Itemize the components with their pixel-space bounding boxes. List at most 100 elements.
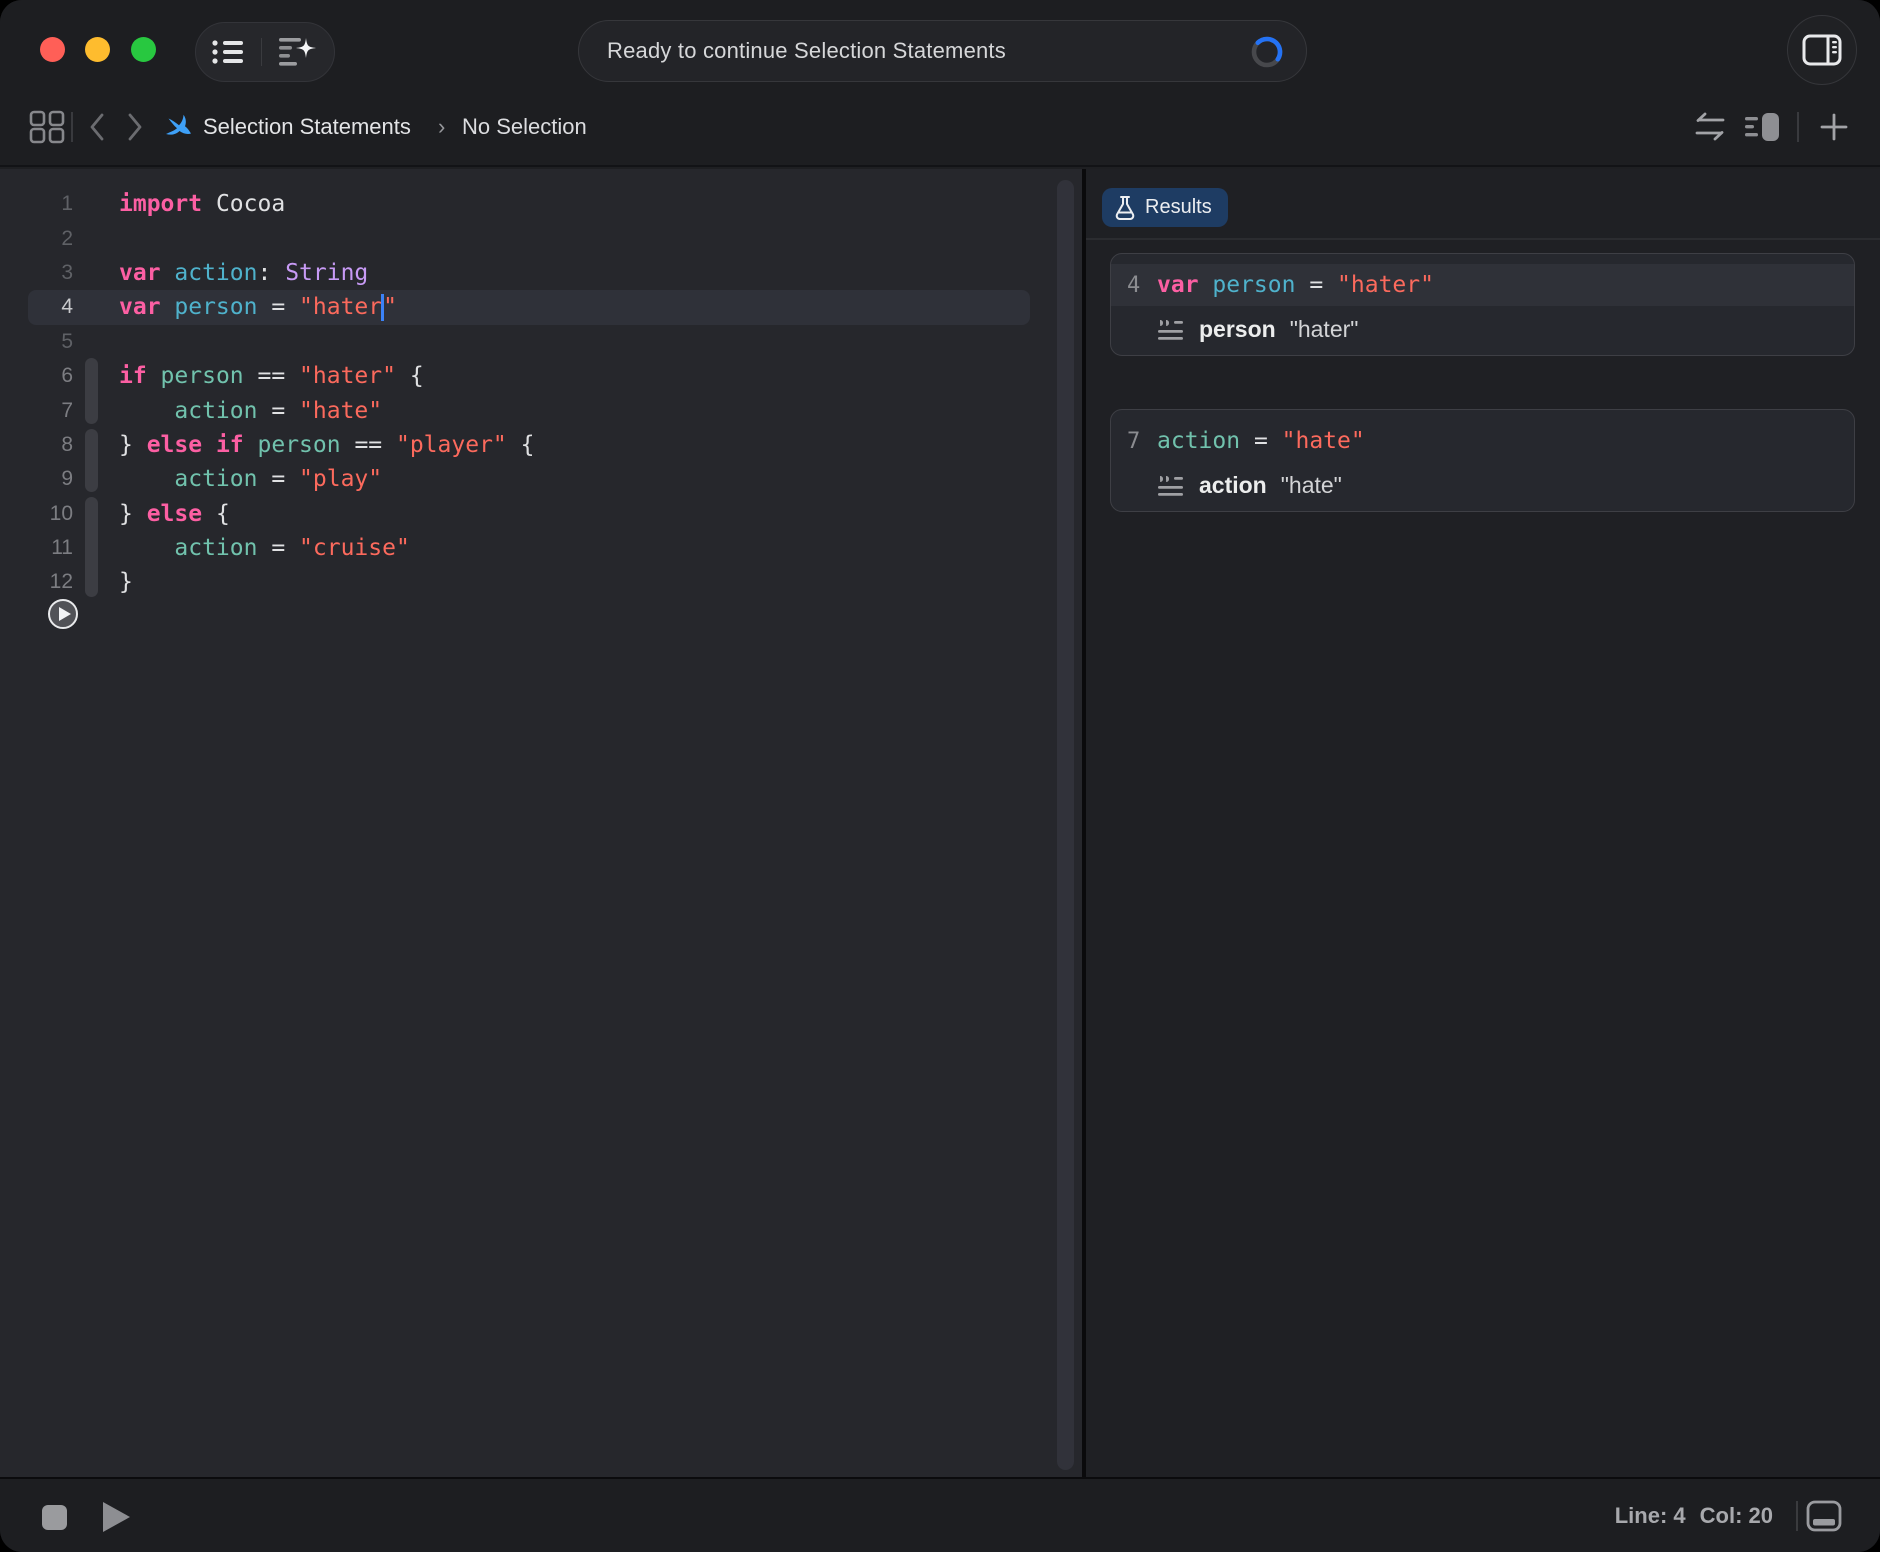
result-value-row: person"hater" [1111, 306, 1854, 343]
bottom-panel-icon[interactable] [1806, 1500, 1842, 1532]
result-source-row: 7action = "hate" [1111, 420, 1854, 462]
result-value-row: action"hate" [1111, 462, 1854, 499]
result-card-line-7[interactable]: 7action = "hate"action"hate" [1110, 409, 1855, 512]
result-variable-name: person [1199, 316, 1276, 343]
code-lines: 1import Cocoa23var action: String4var pe… [0, 187, 1082, 600]
code-token: action [119, 535, 257, 561]
code-line-1[interactable]: 1 import Cocoa [0, 187, 1082, 221]
code-text: } else if person == "player" { [119, 432, 534, 458]
code-text: var person = "hater" [119, 294, 397, 321]
chevron-back-icon[interactable] [87, 88, 107, 165]
grid-icon[interactable] [29, 88, 65, 165]
line-number[interactable]: 6 [0, 364, 73, 388]
plus-icon[interactable] [1820, 88, 1848, 165]
editor-scrollbar[interactable] [1057, 180, 1074, 1470]
code-token: person [244, 432, 341, 458]
code-line-5[interactable]: 5 [0, 325, 1082, 359]
line-number[interactable]: 11 [0, 536, 73, 560]
line-number[interactable]: 5 [0, 330, 73, 354]
code-token: else [147, 501, 202, 527]
jump-bar: Selection Statements › No Selection [0, 88, 1880, 167]
code-token: } [119, 569, 133, 595]
code-token: "hater [299, 294, 382, 320]
code-token: "play" [299, 466, 382, 492]
chevron-forward-icon[interactable] [125, 88, 145, 165]
code-token: } [119, 501, 147, 527]
results-panel: Results 4var person = "hater"person"hate… [1086, 169, 1880, 1477]
result-card-line-4[interactable]: 4var person = "hater"person"hater" [1110, 253, 1855, 356]
code-token: = [257, 466, 299, 492]
breadcrumb-project[interactable]: Selection Statements [203, 88, 411, 165]
code-token: person [1199, 272, 1296, 298]
line-number[interactable]: 3 [0, 261, 73, 285]
code-text: if person == "hater" { [119, 363, 424, 389]
cursor-position: Line: 4 Col: 20 [1615, 1479, 1773, 1552]
text-quote-icon [1157, 473, 1185, 499]
code-line-10[interactable]: 10} else { [0, 497, 1082, 531]
change-bar-2 [85, 429, 98, 492]
editor-layout-icon[interactable] [1743, 88, 1781, 165]
code-token: " [383, 294, 397, 320]
source-editor[interactable]: 1import Cocoa23var action: String4var pe… [0, 169, 1082, 1477]
code-token: action [1157, 428, 1240, 454]
result-line-number: 7 [1127, 429, 1157, 454]
line-number[interactable]: 9 [0, 467, 73, 491]
breadcrumb-selection[interactable]: No Selection [462, 88, 587, 165]
code-text: import Cocoa [119, 191, 285, 217]
line-number[interactable]: 8 [0, 433, 73, 457]
swap-arrows-icon[interactable] [1693, 88, 1727, 165]
jump-bar-divider [71, 112, 73, 142]
code-token: "hater" [299, 363, 396, 389]
code-token: action [161, 260, 258, 286]
sparkle-list-icon[interactable] [277, 35, 319, 69]
code-text: } [119, 569, 133, 595]
title-bar: Ready to continue Selection Statements [0, 0, 1880, 88]
toggle-right-sidebar-button[interactable] [1787, 15, 1857, 85]
code-line-11[interactable]: 11 action = "cruise" [0, 531, 1082, 565]
code-line-9[interactable]: 9 action = "play" [0, 462, 1082, 496]
list-bullet-icon[interactable] [211, 37, 245, 67]
main-content: 1import Cocoa23var action: String4var pe… [0, 169, 1880, 1477]
code-token: person [161, 294, 258, 320]
code-token: == [341, 432, 396, 458]
code-token: import [119, 191, 202, 217]
code-token: { [507, 432, 535, 458]
result-variable-value: "hate" [1281, 472, 1342, 499]
code-line-12[interactable]: 12} [0, 565, 1082, 599]
text-quote-icon [1157, 317, 1185, 343]
tab-results[interactable]: Results [1102, 188, 1228, 227]
line-number[interactable]: 12 [0, 570, 73, 594]
code-token: = [257, 535, 299, 561]
swift-icon [164, 88, 194, 165]
jump-bar-divider-right [1797, 112, 1799, 142]
play-icon [59, 607, 71, 621]
code-token: { [396, 363, 424, 389]
change-bar-3 [85, 497, 98, 597]
run-to-line-button[interactable] [48, 599, 78, 629]
code-line-2[interactable]: 2 [0, 221, 1082, 255]
code-line-8[interactable]: 8 } else if person == "player" { [0, 428, 1082, 462]
line-number[interactable]: 2 [0, 227, 73, 251]
code-token: "player" [396, 432, 507, 458]
zoom-window-button[interactable] [131, 37, 156, 62]
code-token: var [119, 260, 161, 286]
close-window-button[interactable] [40, 37, 65, 62]
stop-button[interactable] [42, 1505, 67, 1530]
line-number[interactable]: 7 [0, 399, 73, 423]
change-bar-1 [85, 358, 98, 424]
minimize-window-button[interactable] [85, 37, 110, 62]
code-line-6[interactable]: 6 if person == "hater" { [0, 359, 1082, 393]
code-token: "hater" [1337, 272, 1434, 298]
activity-status-field[interactable]: Ready to continue Selection Statements [578, 20, 1307, 82]
code-line-4[interactable]: 4 var person = "hater" [0, 290, 1082, 324]
code-token: { [202, 501, 230, 527]
code-line-7[interactable]: 7 action = "hate" [0, 393, 1082, 427]
code-line-3[interactable]: 3var action: String [0, 256, 1082, 290]
breadcrumb-separator: › [438, 88, 445, 165]
line-number[interactable]: 4 [0, 295, 73, 319]
line-number[interactable]: 1 [0, 192, 73, 216]
code-text: action = "play" [119, 466, 382, 492]
line-number[interactable]: 10 [0, 502, 73, 526]
run-button[interactable] [103, 1502, 130, 1532]
result-source-row: 4var person = "hater" [1111, 264, 1854, 306]
